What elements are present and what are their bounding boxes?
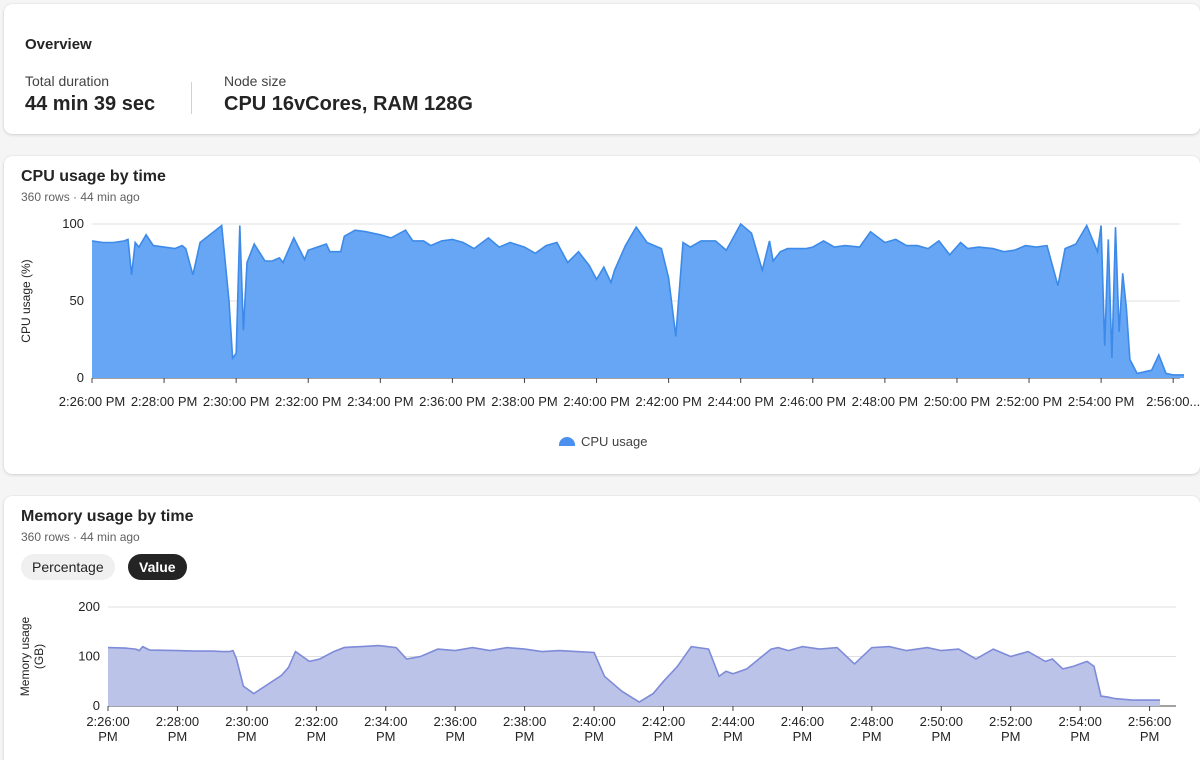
- x-tick-label: 2:26:00 PM: [59, 394, 126, 409]
- x-tick-label: 2:56:00 PM: [1128, 714, 1171, 744]
- y-tick-label: 200: [78, 599, 100, 614]
- overview-card: Overview Total duration 44 min 39 sec No…: [4, 4, 1200, 134]
- series-area: [108, 645, 1160, 706]
- x-tick-label: 2:40:00 PM: [563, 394, 630, 409]
- x-tick-label: 2:32:00 PM: [295, 714, 338, 744]
- x-tick-label: 2:48:00 PM: [852, 394, 919, 409]
- cpu-usage-chart[interactable]: 0 50 100 CPU usage (%) 2:26:00 PM 2:28:00 PM 2…: [4, 156, 1200, 474]
- x-tick-label: 2:40:00 PM: [572, 714, 615, 744]
- stat-divider: [191, 82, 192, 114]
- x-tick-label: 2:38:00 PM: [491, 394, 558, 409]
- x-tick-label: 2:54:00 PM: [1058, 714, 1101, 744]
- x-tick-label: 2:42:00 PM: [635, 394, 702, 409]
- x-tick-label: 2:52:00 PM: [996, 394, 1063, 409]
- x-tick-label: 2:54:00 PM: [1068, 394, 1135, 409]
- x-tick-label: 2:32:00 PM: [275, 394, 342, 409]
- node-size-value: CPU 16vCores, RAM 128G: [224, 93, 473, 115]
- x-tick-label: 2:48:00 PM: [850, 714, 893, 744]
- x-tick-label: 2:28:00 PM: [156, 714, 199, 744]
- y-tick-label: 50: [70, 293, 84, 308]
- cpu-legend[interactable]: CPU usage: [559, 434, 647, 449]
- x-tick-label: 2:36:00 PM: [434, 714, 477, 744]
- memory-usage-card: Memory usage by time 360 rows · 44 min a…: [4, 496, 1200, 760]
- node-size-label: Node size: [224, 73, 287, 89]
- cpu-usage-card: CPU usage by time 360 rows · 44 min ago …: [4, 156, 1200, 474]
- x-tick-label: 2:56:00...: [1146, 394, 1200, 409]
- x-tick-label: 2:44:00 PM: [707, 394, 774, 409]
- cpu-legend-swatch: [559, 437, 575, 446]
- y-tick-label: 0: [93, 698, 100, 713]
- x-tick-label: 2:34:00 PM: [347, 394, 414, 409]
- y-tick-label: 100: [62, 216, 84, 231]
- total-duration-value: 44 min 39 sec: [25, 93, 156, 115]
- x-tick-label: 2:30:00 PM: [225, 714, 268, 744]
- x-tick-label: 2:44:00 PM: [711, 714, 754, 744]
- memory-usage-chart[interactable]: 0 100 200 Memory usage(GB) 2:26:00 PM 2:28:00 P…: [4, 496, 1200, 760]
- x-tick-label: 2:26:00 PM: [86, 714, 129, 744]
- y-tick-label: 100: [78, 649, 100, 664]
- y-axis-label: Memory usage(GB): [18, 616, 46, 696]
- x-tick-label: 2:38:00 PM: [503, 714, 546, 744]
- x-tick-label: 2:34:00 PM: [364, 714, 407, 744]
- x-tick-label: 2:30:00 PM: [203, 394, 270, 409]
- x-tick-label: 2:28:00 PM: [131, 394, 198, 409]
- cpu-legend-label: CPU usage: [581, 434, 648, 449]
- total-duration-label: Total duration: [25, 73, 110, 89]
- x-tick-label: 2:46:00 PM: [781, 714, 824, 744]
- x-tick-label: 2:50:00 PM: [924, 394, 991, 409]
- x-tick-label: 2:52:00 PM: [989, 714, 1032, 744]
- y-tick-label: 0: [77, 370, 84, 385]
- x-tick-label: 2:46:00 PM: [780, 394, 847, 409]
- overview-title: Overview: [25, 36, 92, 53]
- x-tick-label: 2:36:00 PM: [419, 394, 486, 409]
- y-axis-label: CPU usage (%): [19, 259, 33, 342]
- x-tick-label: 2:42:00 PM: [642, 714, 685, 744]
- x-tick-label: 2:50:00 PM: [920, 714, 963, 744]
